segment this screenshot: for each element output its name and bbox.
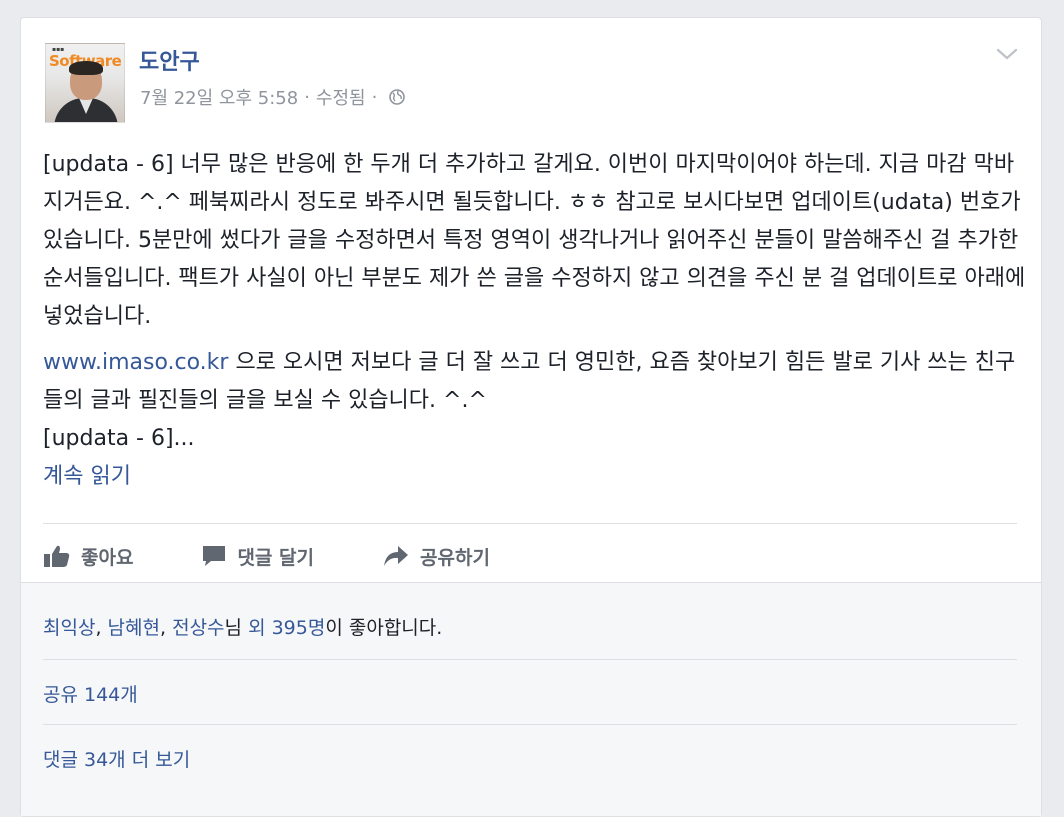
- author-name[interactable]: 도안구: [139, 44, 200, 76]
- post-body: [updata - 6] 너무 많은 반응에 한 두개 더 추가하고 갈게요. …: [43, 146, 1033, 496]
- divider: [43, 659, 1017, 660]
- avatar-hair-shape: [69, 61, 103, 75]
- globe-icon[interactable]: [389, 89, 406, 105]
- share-label: 공유하기: [420, 546, 490, 569]
- shares-count-link[interactable]: 공유 144개: [43, 684, 138, 706]
- like-label: 좋아요: [81, 546, 134, 569]
- liker-name[interactable]: 최익상: [43, 617, 95, 639]
- liker-name[interactable]: 남혜현: [108, 617, 160, 639]
- post-timestamp[interactable]: 7월 22일 오후 5:58: [140, 84, 298, 110]
- avatar[interactable]: ▪▪▪ Software: [45, 43, 125, 123]
- comment-label: 댓글 달기: [237, 546, 314, 569]
- edited-label[interactable]: 수정됨: [316, 84, 366, 110]
- divider: [43, 523, 1017, 524]
- more-comments-link[interactable]: 댓글 34개 더 보기: [43, 749, 190, 771]
- comment-icon: [203, 546, 226, 566]
- post-footer: 최익상, 남혜현, 전상수님 외 395명이 좋아합니다. 공유 144개 댓글…: [21, 582, 1041, 816]
- likes-summary: 최익상, 남혜현, 전상수님 외 395명이 좋아합니다.: [43, 613, 1017, 640]
- comment-button[interactable]: 댓글 달기: [201, 543, 314, 570]
- thumbs-up-icon: [44, 545, 70, 567]
- action-bar: 좋아요 댓글 달기 공유하기: [43, 536, 558, 576]
- divider: [43, 724, 1017, 725]
- post-header: ▪▪▪ Software 도안구 7월 22일 오후 5:58 · 수정됨 ·: [43, 42, 1019, 124]
- other-likers-link[interactable]: 외 395명: [248, 617, 325, 639]
- post-card: ▪▪▪ Software 도안구 7월 22일 오후 5:58 · 수정됨 · …: [20, 17, 1042, 817]
- external-link[interactable]: www.imaso.co.kr: [43, 350, 228, 375]
- truncated-text: [updata - 6]...: [43, 426, 195, 451]
- see-more-link[interactable]: 계속 읽기: [43, 458, 1033, 496]
- post-paragraph: www.imaso.co.kr 으로 오시면 저보다 글 더 잘 쓰고 더 영민…: [43, 344, 1033, 496]
- liker-name[interactable]: 전상수: [172, 617, 224, 639]
- share-icon: [384, 546, 408, 566]
- comma: ,: [95, 617, 102, 639]
- meta-separator: ·: [371, 86, 378, 108]
- post-meta: 7월 22일 오후 5:58 · 수정됨 ·: [140, 84, 406, 110]
- nim-suffix: 님: [224, 617, 243, 639]
- share-button[interactable]: 공유하기: [382, 543, 490, 570]
- meta-separator: ·: [304, 86, 310, 108]
- post-paragraph: [updata - 6] 너무 많은 반응에 한 두개 더 추가하고 갈게요. …: [43, 152, 1026, 329]
- likes-suffix: 이 좋아합니다.: [325, 617, 443, 639]
- like-button[interactable]: 좋아요: [43, 543, 133, 570]
- shares-row: 공유 144개: [43, 680, 1017, 707]
- chevron-down-icon[interactable]: [995, 46, 1019, 62]
- comments-row: 댓글 34개 더 보기: [43, 745, 1017, 772]
- comma: ,: [160, 617, 167, 639]
